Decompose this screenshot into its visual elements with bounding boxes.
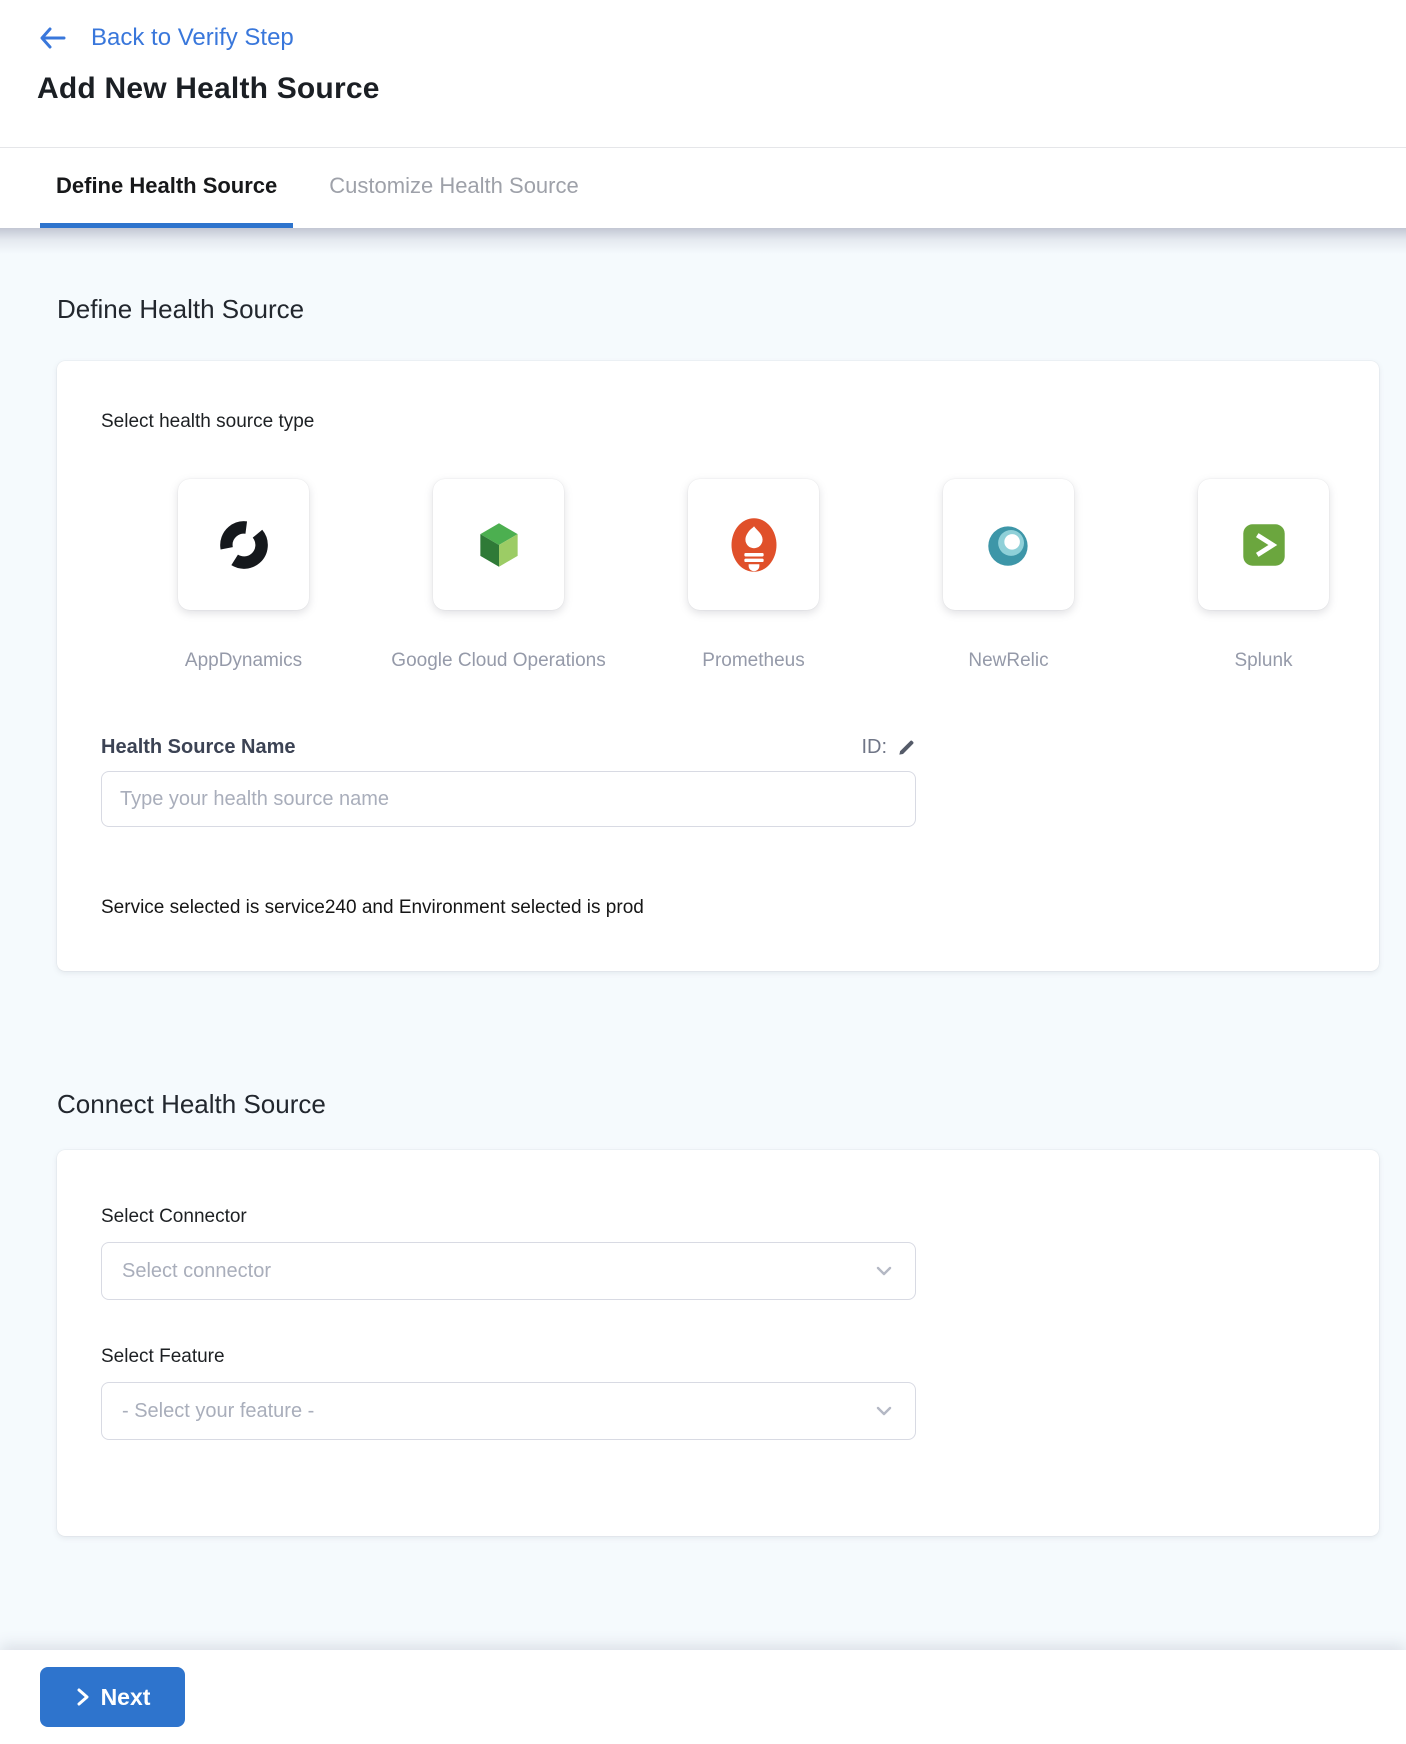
google-cloud-operations-icon [433, 479, 564, 610]
source-type-label: Google Cloud Operations [391, 650, 605, 672]
tab-customize-health-source[interactable]: Customize Health Source [313, 148, 594, 228]
service-environment-note: Service selected is service240 and Envir… [101, 897, 916, 919]
footer-bar: Next [0, 1650, 1406, 1744]
source-type-splunk[interactable]: Splunk [1198, 479, 1329, 672]
define-section-heading: Define Health Source [57, 228, 1379, 325]
page-header: Back to Verify Step Add New Health Sourc… [0, 0, 1406, 148]
name-field-group: Health Source Name ID: Service selected … [101, 736, 916, 919]
define-health-source-card: Select health source type AppDynamics [57, 361, 1379, 971]
source-type-prometheus[interactable]: Prometheus [688, 479, 819, 672]
source-type-label: AppDynamics [185, 650, 302, 672]
feature-select-placeholder: - Select your feature - [122, 1400, 314, 1423]
newrelic-icon [943, 479, 1074, 610]
health-source-name-input[interactable] [101, 771, 916, 827]
select-feature-label: Select Feature [101, 1346, 1335, 1368]
feature-select[interactable]: - Select your feature - [101, 1382, 916, 1440]
source-type-newrelic[interactable]: NewRelic [943, 479, 1074, 672]
back-arrow-icon [37, 25, 67, 51]
tab-define-health-source[interactable]: Define Health Source [40, 148, 293, 228]
next-button[interactable]: Next [40, 1667, 185, 1727]
chevron-down-icon [873, 1260, 895, 1282]
source-type-row: AppDynamics Google Cloud Operations [178, 479, 1335, 672]
source-type-label: NewRelic [968, 650, 1048, 672]
splunk-icon [1198, 479, 1329, 610]
select-type-label: Select health source type [101, 411, 1335, 433]
pencil-icon[interactable] [897, 738, 916, 757]
health-source-name-label: Health Source Name [101, 736, 296, 759]
chevron-down-icon [873, 1400, 895, 1422]
tab-bar: Define Health Source Customize Health So… [0, 148, 1406, 228]
page-title: Add New Health Source [37, 72, 1406, 106]
source-type-label: Splunk [1234, 650, 1292, 672]
id-edit-group: ID: [861, 736, 916, 759]
id-label: ID: [861, 736, 887, 759]
source-type-label: Prometheus [702, 650, 804, 672]
chevron-right-icon [75, 1686, 91, 1708]
connect-health-source-card: Select Connector Select connector Select… [57, 1150, 1379, 1536]
connector-select-placeholder: Select connector [122, 1260, 271, 1283]
connector-select[interactable]: Select connector [101, 1242, 916, 1300]
back-link-label: Back to Verify Step [91, 24, 294, 52]
select-connector-label: Select Connector [101, 1206, 1335, 1228]
next-button-label: Next [101, 1684, 151, 1711]
source-type-google-cloud-operations[interactable]: Google Cloud Operations [433, 479, 564, 672]
main-content: Define Health Source Select health sourc… [0, 228, 1406, 1650]
appdynamics-icon [178, 479, 309, 610]
back-to-verify-link[interactable]: Back to Verify Step [37, 24, 294, 52]
connect-section-heading: Connect Health Source [57, 1089, 1379, 1120]
prometheus-icon [688, 479, 819, 610]
source-type-appdynamics[interactable]: AppDynamics [178, 479, 309, 672]
